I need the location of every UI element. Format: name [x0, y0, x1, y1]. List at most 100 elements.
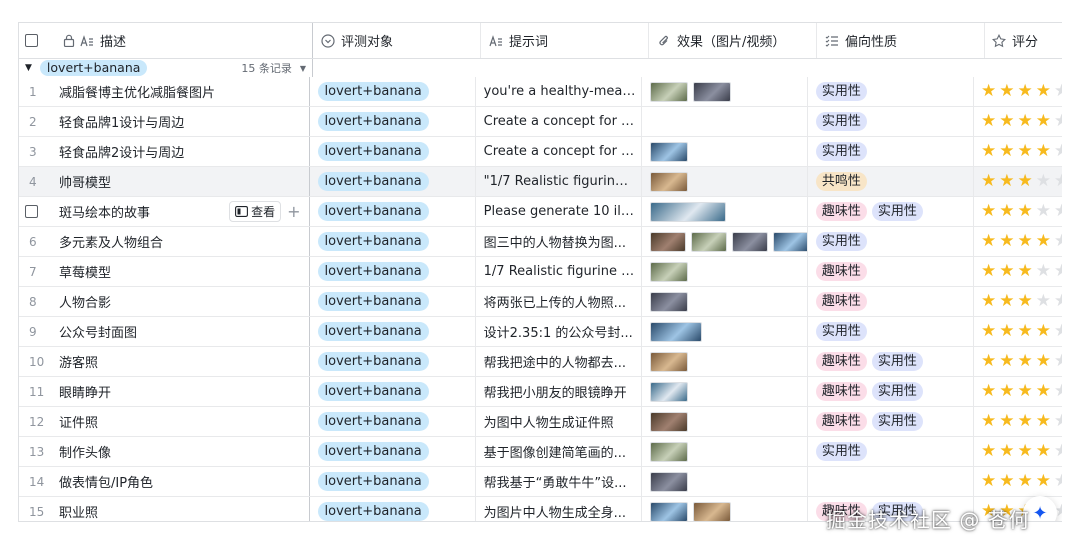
cell-nature[interactable]: 实用性 [808, 77, 974, 106]
thumbnail-image[interactable] [649, 351, 688, 372]
rating-star-icon[interactable]: ★ [1017, 143, 1032, 160]
rating-star-icon[interactable]: ★ [1017, 293, 1032, 310]
cell-effect[interactable] [642, 137, 808, 166]
table-row[interactable]: 1 减脂餐博主优化减脂餐图片 lovert+banana you're a healt… [19, 77, 1062, 107]
cell-nature[interactable]: 实用性 [808, 227, 974, 256]
cell-target[interactable]: lovert+banana [310, 257, 476, 286]
cell-rating[interactable]: ★★★★★ [974, 467, 1062, 496]
cell-target[interactable]: lovert+banana [310, 287, 476, 316]
rating-star-icon[interactable]: ★ [981, 323, 996, 340]
rating-star-icon[interactable]: ★ [1036, 143, 1051, 160]
cell-prompt[interactable]: Please generate 10 illus... [476, 197, 642, 226]
rating-star-icon[interactable]: ★ [1017, 473, 1032, 490]
rating-star-icon[interactable]: ★ [999, 263, 1014, 280]
cell-prompt[interactable]: 将两张已上传的人物照... [476, 287, 642, 316]
cell-effect[interactable] [642, 257, 808, 286]
thumbnail-image[interactable] [649, 81, 688, 102]
cell-rating[interactable]: ★★★★★ [974, 347, 1062, 376]
cell-rating[interactable]: ★★★★★ [974, 167, 1062, 196]
rating-star-icon[interactable]: ★ [999, 383, 1014, 400]
table-row[interactable]: 6 多元素及人物组合 lovert+banana 图三中的人物替换为图... 实用性 ★ ★… [19, 227, 1062, 257]
cell-prompt[interactable]: you're a healthy-meal c... [476, 77, 642, 106]
cell-target[interactable]: lovert+banana [310, 467, 476, 496]
cell-nature[interactable]: 趣味性 [808, 257, 974, 286]
header-prompt[interactable]: 提示词 [481, 23, 649, 58]
table-row[interactable]: 7 草莓模型 lovert+banana 1/7 Realistic figurine… [19, 257, 1062, 287]
table-row[interactable]: 8人物合影lovert+banana将两张已上传的人物照...趣味性★★★★★ [19, 287, 1062, 317]
cell-target[interactable]: lovert+banana [310, 227, 476, 256]
cell-effect[interactable] [642, 407, 808, 436]
cell-rating[interactable]: ★★★★★ [974, 107, 1062, 136]
cell-desc[interactable]: 11 眼睛睁开 [19, 377, 310, 406]
rating-star-icon[interactable]: ★ [981, 383, 996, 400]
cell-target[interactable]: lovert+banana [310, 347, 476, 376]
rating-star-icon[interactable]: ★ [1054, 473, 1062, 490]
thumbnail-image[interactable] [649, 201, 726, 222]
rating-star-icon[interactable]: ★ [1036, 293, 1051, 310]
rating-star-icon[interactable]: ★ [1017, 233, 1032, 250]
rating-star-icon[interactable]: ★ [999, 83, 1014, 100]
cell-target[interactable]: lovert+banana [310, 137, 476, 166]
header-nature[interactable]: 偏向性质 [817, 23, 985, 58]
cell-effect[interactable] [642, 77, 808, 106]
cell-effect[interactable] [642, 377, 808, 406]
table-row[interactable]: 13制作头像lovert+banana基于图像创建简笔画的...实用性★★★★★ [19, 437, 1062, 467]
rating-star-icon[interactable]: ★ [981, 113, 996, 130]
rating-star-icon[interactable]: ★ [981, 443, 996, 460]
header-rating[interactable]: 评分 [985, 23, 1062, 58]
thumbnail-image[interactable] [649, 411, 688, 432]
rating-star-icon[interactable]: ★ [1017, 173, 1032, 190]
rating-star-icon[interactable]: ★ [981, 233, 996, 250]
cell-nature[interactable]: 实用性 [808, 107, 974, 136]
thumbnail-image[interactable] [649, 321, 702, 342]
rating-star-icon[interactable]: ★ [999, 293, 1014, 310]
rating-star-icon[interactable]: ★ [981, 83, 996, 100]
cell-desc[interactable]: 10 游客照 [19, 347, 310, 376]
thumbnail-image[interactable] [649, 441, 688, 462]
cell-desc[interactable]: 9 公众号封面图 [19, 317, 310, 346]
table-row[interactable]: 11 眼睛睁开 lovert+banana 帮我把小朋友的眼镜睁开 趣味性 实用性 ★ ★ ★ ★… [19, 377, 1062, 407]
cell-desc[interactable]: 1 减脂餐博主优化减脂餐图片 [19, 77, 310, 106]
thumbnail-image[interactable] [649, 171, 688, 192]
rating-star-icon[interactable]: ★ [1017, 323, 1032, 340]
header-target[interactable]: 评测对象 [313, 23, 481, 58]
cell-target[interactable]: lovert+banana [310, 317, 476, 346]
cell-nature[interactable]: 共鸣性 [808, 167, 974, 196]
cell-rating[interactable]: ★★★★★ [974, 407, 1062, 436]
thumbnail-image[interactable] [649, 381, 688, 402]
cell-nature[interactable] [808, 467, 974, 496]
cell-desc[interactable]: 4 帅哥模型 [19, 167, 310, 196]
rating-star-icon[interactable]: ★ [981, 353, 996, 370]
cell-target[interactable]: lovert+banana [310, 77, 476, 106]
rating-star-icon[interactable]: ★ [1036, 323, 1051, 340]
rating-star-icon[interactable]: ★ [1036, 173, 1051, 190]
thumbnail-image[interactable] [649, 501, 688, 521]
cell-target[interactable]: lovert+banana [310, 197, 476, 226]
cell-rating[interactable]: ★★★★★ [974, 287, 1062, 316]
rating-star-icon[interactable]: ★ [999, 173, 1014, 190]
cell-effect[interactable] [642, 317, 808, 346]
cell-effect[interactable] [642, 497, 808, 521]
cell-target[interactable]: lovert+banana [310, 377, 476, 406]
rating-star-icon[interactable]: ★ [999, 203, 1014, 220]
rating-star-icon[interactable]: ★ [999, 413, 1014, 430]
cell-effect[interactable] [642, 347, 808, 376]
cell-rating[interactable]: ★★★★★ [974, 137, 1062, 166]
thumbnail-image[interactable] [649, 231, 686, 252]
rating-star-icon[interactable]: ★ [1017, 203, 1032, 220]
rating-star-icon[interactable]: ★ [1054, 413, 1062, 430]
table-row[interactable]: 3 轻食品牌2设计与周边 lovert+banana Create a concept… [19, 137, 1062, 167]
rating-star-icon[interactable]: ★ [1036, 383, 1051, 400]
cell-target[interactable]: lovert+banana [310, 437, 476, 466]
cell-desc[interactable]: 12 证件照 [19, 407, 310, 436]
thumbnail-image[interactable] [772, 231, 807, 252]
table-row[interactable]: 2 轻食品牌1设计与周边 lovert+banana Create a concept… [19, 107, 1062, 137]
cell-prompt[interactable]: 图三中的人物替换为图... [476, 227, 642, 256]
rating-star-icon[interactable]: ★ [1036, 443, 1051, 460]
rating-star-icon[interactable]: ★ [1036, 113, 1051, 130]
rating-star-icon[interactable]: ★ [981, 473, 996, 490]
cell-desc[interactable]: 斑马绘本的故事 查看 + [19, 197, 310, 226]
thumbnail-image[interactable] [649, 141, 688, 162]
table-row[interactable]: 14 做表情包/IP角色 lovert+banana 帮我基于“勇敢牛牛”设... ★ ★… [19, 467, 1062, 497]
rating-star-icon[interactable]: ★ [999, 473, 1014, 490]
